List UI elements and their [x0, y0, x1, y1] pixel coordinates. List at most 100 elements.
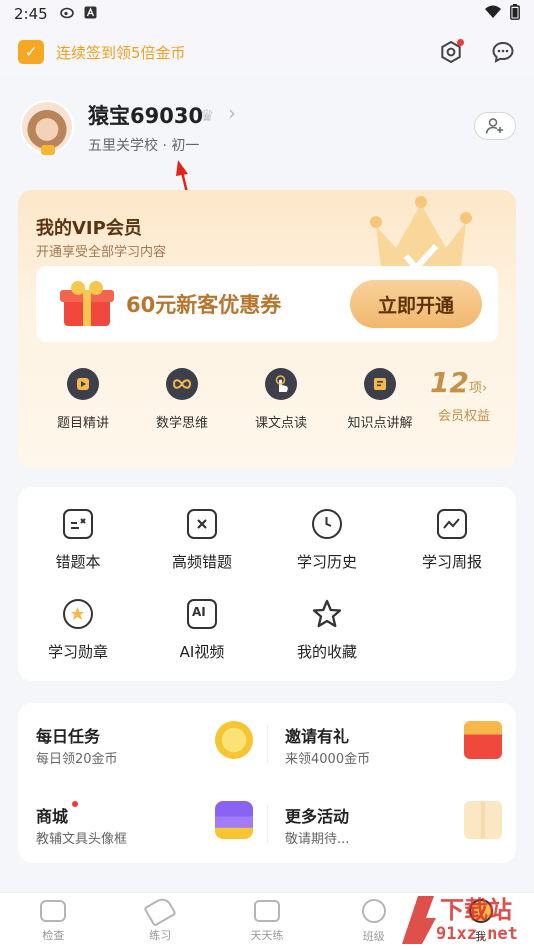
- vip-card[interactable]: 我的VIP会员 开通享受全部学习内容 60元新客优惠券 立即开通 题目精讲 数学…: [18, 190, 516, 468]
- tool-study-medal[interactable]: 学习勋章: [18, 599, 138, 662]
- weibo-icon: [59, 5, 76, 23]
- benefits-unit: 项: [468, 381, 482, 396]
- school-grade: 五里关学校 · 初一: [88, 138, 200, 154]
- tool-wrong-book[interactable]: 错题本: [18, 509, 138, 572]
- watermark-text: 下载站: [440, 896, 512, 924]
- task-title: 邀请有礼: [285, 727, 350, 746]
- settings-icon[interactable]: [438, 39, 464, 65]
- tools-card: 错题本 高频错题 学习历史 学习周报 学习勋章 AI AI视频 我的收藏: [18, 487, 516, 681]
- feature-item[interactable]: 知识点讲解: [335, 368, 425, 431]
- class-icon: [361, 899, 386, 923]
- vip-benefits[interactable]: 12项› 会员权益: [430, 366, 510, 424]
- tab-daily-practice[interactable]: 天天练: [214, 893, 321, 950]
- add-user-button[interactable]: [474, 112, 516, 140]
- task-subtitle: 来领4000金币: [285, 752, 371, 767]
- tool-label: 学习周报: [421, 553, 482, 571]
- tab-label: 班级: [362, 930, 385, 943]
- task-daily[interactable]: 每日任务 每日领20金币: [18, 703, 267, 783]
- tab-check[interactable]: 检查: [0, 893, 107, 950]
- username[interactable]: 猿宝69030: [88, 100, 203, 130]
- wifi-icon: [484, 5, 502, 23]
- crown-icon: ♛: [200, 106, 215, 125]
- top-bar: ✓ 连续签到领5倍金币: [0, 28, 534, 76]
- red-envelope-icon: [464, 721, 502, 759]
- play-icon: [67, 368, 99, 400]
- vip-features: 题目精讲 数学思维 课文点读 知识点讲解 12项› 会员权益: [18, 366, 516, 438]
- checkin-banner[interactable]: 连续签到领5倍金币: [56, 42, 186, 63]
- watermark-site: 91xz.net: [436, 924, 518, 944]
- tool-weekly-report[interactable]: 学习周报: [392, 509, 512, 572]
- add-user-icon: [485, 118, 503, 134]
- shop-icon: [215, 801, 253, 839]
- vip-subtitle: 开通享受全部学习内容: [36, 245, 167, 260]
- feature-label: 知识点讲解: [347, 416, 413, 431]
- tab-label: 检查: [42, 929, 65, 942]
- task-title: 更多活动: [285, 807, 350, 826]
- tasks-card: 每日任务 每日领20金币 邀请有礼 来领4000金币 商城 教辅文具头像框 更多…: [18, 703, 516, 863]
- tool-label: 我的收藏: [296, 643, 357, 661]
- avatar[interactable]: [20, 100, 74, 155]
- status-bar: 2:45: [0, 0, 534, 28]
- task-shop[interactable]: 商城 教辅文具头像框: [18, 783, 267, 863]
- task-subtitle: 教辅文具头像框: [36, 832, 128, 847]
- pencil-icon: [143, 894, 177, 928]
- notification-a-icon: [84, 5, 97, 23]
- tab-label: 天天练: [250, 929, 284, 942]
- tab-practice[interactable]: 练习: [107, 893, 214, 950]
- task-title: 每日任务: [36, 727, 101, 746]
- history-clock-icon: [312, 509, 342, 539]
- tool-study-history[interactable]: 学习历史: [267, 509, 387, 572]
- tool-label: AI视频: [179, 643, 225, 661]
- coupon-banner[interactable]: 60元新客优惠券 立即开通: [36, 266, 498, 342]
- weekly-report-icon: [437, 509, 467, 539]
- infinity-icon: [166, 368, 198, 400]
- tool-my-favorites[interactable]: 我的收藏: [267, 599, 387, 662]
- divider: [267, 805, 268, 843]
- vip-title: 我的VIP会员: [36, 218, 142, 239]
- task-more[interactable]: 更多活动 敬请期待...: [267, 783, 516, 863]
- benefits-count: 12: [430, 366, 469, 399]
- feature-label: 题目精讲: [56, 416, 109, 431]
- chevron-right-icon: ›: [481, 381, 488, 396]
- open-vip-button[interactable]: 立即开通: [350, 280, 482, 328]
- task-invite[interactable]: 邀请有礼 来领4000金币: [267, 703, 516, 783]
- watermark-logo: 下载站 91xz.net: [396, 888, 526, 948]
- tool-label: 学习勋章: [47, 643, 108, 661]
- chevron-right-icon[interactable]: ›: [228, 101, 236, 125]
- red-dot-badge: [72, 801, 78, 807]
- task-subtitle: 敬请期待...: [285, 832, 350, 847]
- tab-label: 练习: [149, 929, 172, 942]
- checkin-icon[interactable]: ✓: [18, 40, 44, 64]
- avatar-badge-icon: [41, 145, 55, 155]
- profile-section: 猿宝69030 ♛ › 五里关学校 · 初一: [0, 88, 534, 184]
- feature-item[interactable]: 数学思维: [137, 368, 227, 431]
- feature-label: 课文点读: [254, 416, 307, 431]
- ai-video-icon: AI: [187, 599, 217, 629]
- camera-icon: [40, 900, 67, 922]
- feature-item[interactable]: 题目精讲: [38, 368, 128, 431]
- feature-item[interactable]: 课文点读: [236, 368, 326, 431]
- book-icon: [364, 368, 396, 400]
- medal-icon: [63, 599, 93, 629]
- check-calendar-icon: [253, 900, 280, 922]
- wrong-book-icon: [63, 509, 93, 539]
- finger-tap-icon: [265, 368, 297, 400]
- gold-coin-icon: [215, 721, 253, 759]
- coupon-text: 60元新客优惠券: [126, 293, 282, 317]
- task-title: 商城: [36, 807, 69, 826]
- message-icon[interactable]: [490, 39, 516, 65]
- vip-crown-icon: [370, 196, 472, 276]
- benefits-label: 会员权益: [438, 409, 491, 424]
- tool-ai-video[interactable]: AI AI视频: [142, 599, 262, 662]
- task-subtitle: 每日领20金币: [36, 752, 118, 767]
- gift-box-icon: [464, 801, 502, 839]
- tool-label: 高频错题: [171, 553, 232, 571]
- tool-label: 错题本: [55, 553, 101, 571]
- feature-label: 数学思维: [155, 416, 208, 431]
- star-icon: [312, 599, 342, 629]
- status-time: 2:45: [14, 5, 48, 23]
- tool-frequent-errors[interactable]: 高频错题: [142, 509, 262, 572]
- battery-icon: [510, 4, 520, 24]
- divider: [267, 725, 268, 763]
- red-gift-icon: [60, 281, 114, 326]
